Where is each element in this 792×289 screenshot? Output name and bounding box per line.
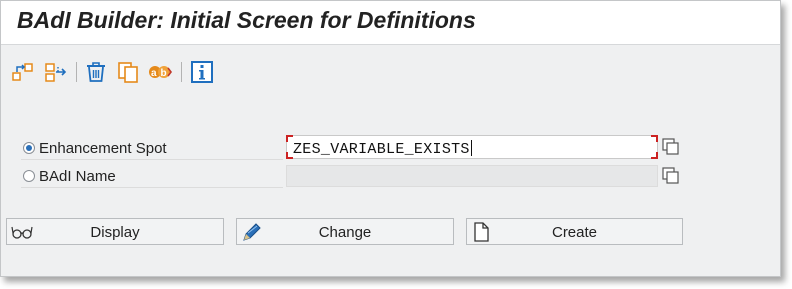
svg-text:a: a [151, 68, 157, 79]
row-divider [21, 159, 283, 160]
toolbar-separator [76, 62, 77, 82]
radio-button[interactable] [23, 142, 35, 154]
page-title: BAdI Builder: Initial Screen for Definit… [17, 7, 476, 33]
toolbar-separator [181, 62, 182, 82]
badi-name-label: BAdI Name [39, 168, 116, 185]
badi-name-input[interactable] [286, 165, 658, 187]
display-button[interactable]: Display [6, 218, 224, 245]
application-toolbar: a b [1, 45, 780, 95]
radio-enhancement-spot[interactable]: Enhancement Spot [23, 140, 167, 157]
sap-window: BAdI Builder: Initial Screen for Definit… [0, 0, 781, 277]
enhancement-spot-input[interactable]: ZES_VARIABLE_EXISTS [286, 135, 658, 159]
radio-badi-name[interactable]: BAdI Name [23, 168, 116, 185]
text-cursor [470, 140, 472, 156]
change-button[interactable]: Change [236, 218, 454, 245]
other-object-icon[interactable] [11, 60, 35, 84]
title-bar: BAdI Builder: Initial Screen for Definit… [1, 1, 780, 45]
delete-icon[interactable] [84, 60, 108, 84]
copy-icon[interactable] [116, 60, 140, 84]
svg-text:b: b [161, 68, 167, 79]
create-button-label: Create [551, 224, 598, 241]
radio-button[interactable] [23, 170, 35, 182]
enhancement-spot-label: Enhancement Spot [39, 140, 167, 157]
create-button[interactable]: Create [466, 218, 683, 245]
enhancement-spot-value: ZES_VARIABLE_EXISTS [293, 141, 470, 158]
row-divider [21, 187, 283, 188]
display-button-label: Display [90, 224, 140, 241]
rename-icon[interactable]: a b [148, 60, 172, 84]
change-button-label: Change [318, 224, 372, 241]
value-help-icon[interactable] [661, 137, 681, 157]
info-icon[interactable] [190, 60, 214, 84]
where-used-icon[interactable] [44, 60, 68, 84]
value-help-icon[interactable] [661, 166, 681, 186]
